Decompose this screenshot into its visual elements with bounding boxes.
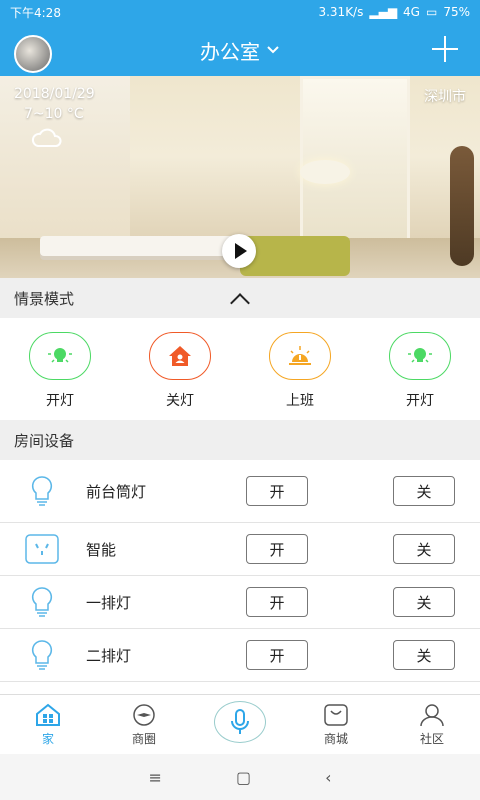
device-row: 前台筒灯 开 关 bbox=[0, 460, 480, 523]
tab-community[interactable]: 社区 bbox=[384, 695, 480, 754]
network-speed: 3.31K/s bbox=[318, 5, 364, 19]
weather-city: 深圳市 bbox=[424, 89, 466, 105]
room-camera-view[interactable]: 2018/01/29 7~10 °C 深圳市 bbox=[0, 76, 480, 278]
device-section-title: 房间设备 bbox=[14, 431, 75, 450]
scene-item-light-on[interactable]: 开灯 bbox=[0, 318, 120, 420]
device-name: 一排灯 bbox=[86, 593, 132, 612]
device-row: 一排灯 开 关 bbox=[0, 576, 480, 629]
status-right: 3.31K/s ▂▄▆ 4G ▭ 75% bbox=[318, 5, 470, 19]
weather-temperature: 7~10 °C bbox=[24, 106, 84, 122]
home-icon bbox=[36, 703, 60, 726]
chevron-up-icon[interactable] bbox=[230, 290, 248, 308]
device-on-button[interactable]: 开 bbox=[246, 587, 308, 617]
scene-icon-circle bbox=[269, 332, 331, 380]
scene-label: 开灯 bbox=[406, 393, 434, 409]
signal-icon: ▂▄▆ bbox=[369, 5, 398, 19]
device-on-button[interactable]: 开 bbox=[246, 640, 308, 670]
system-nav-bar: ≡ ▢ ‹ bbox=[0, 754, 480, 800]
tab-business[interactable]: 商圈 bbox=[96, 695, 192, 754]
tab-label: 商圈 bbox=[131, 731, 156, 746]
person-icon bbox=[420, 703, 444, 726]
bulb-icon bbox=[48, 348, 72, 363]
back-icon[interactable]: ‹ bbox=[325, 768, 331, 787]
play-button[interactable] bbox=[222, 234, 256, 268]
compass-icon bbox=[133, 703, 155, 726]
chevron-down-icon bbox=[267, 46, 279, 54]
tab-home[interactable]: 家 bbox=[0, 695, 96, 754]
home-button-icon[interactable]: ▢ bbox=[236, 768, 251, 787]
device-off-button[interactable]: 关 bbox=[393, 476, 455, 506]
mic-icon bbox=[231, 709, 249, 734]
device-name: 二排灯 bbox=[86, 646, 132, 665]
avatar[interactable] bbox=[14, 35, 52, 73]
tab-voice[interactable] bbox=[192, 695, 288, 754]
network-type: 4G bbox=[403, 5, 420, 19]
tab-label: 社区 bbox=[419, 731, 444, 746]
scene-icon-circle bbox=[149, 332, 211, 380]
scene-item-light-on-2[interactable]: 开灯 bbox=[360, 318, 480, 420]
battery-level: 75% bbox=[443, 5, 470, 19]
socket-icon bbox=[24, 531, 60, 567]
scene-label: 关灯 bbox=[166, 393, 194, 409]
device-off-button[interactable]: 关 bbox=[393, 534, 455, 564]
status-bar: 下午4:28 3.31K/s ▂▄▆ 4G ▭ 75% bbox=[0, 0, 480, 24]
device-row: 二排灯 开 关 bbox=[0, 629, 480, 682]
device-name: 前台筒灯 bbox=[86, 482, 147, 501]
scene-icon-circle bbox=[389, 332, 451, 380]
device-off-button[interactable]: 关 bbox=[393, 587, 455, 617]
device-on-button[interactable]: 开 bbox=[246, 534, 308, 564]
hero-chandelier bbox=[300, 160, 350, 184]
device-name: 智能 bbox=[86, 540, 117, 559]
page-title: 办公室 bbox=[200, 39, 260, 64]
status-time: 下午4:28 bbox=[10, 5, 61, 20]
bottom-tab-bar: 家 商圈 商城 社区 bbox=[0, 694, 480, 754]
weather-date: 2018/01/29 bbox=[14, 86, 95, 102]
device-row: 智能 开 关 bbox=[0, 523, 480, 576]
top-bar: 办公室 bbox=[0, 24, 480, 76]
voice-button[interactable] bbox=[214, 701, 266, 743]
scene-item-light-off[interactable]: 关灯 bbox=[120, 318, 240, 420]
scene-label: 上班 bbox=[286, 393, 314, 409]
tab-label: 商城 bbox=[323, 731, 348, 746]
sunrise-icon bbox=[289, 346, 311, 365]
room-selector[interactable]: 办公室 bbox=[200, 36, 280, 65]
menu-icon[interactable]: ≡ bbox=[149, 768, 162, 787]
lightbulb-icon bbox=[24, 473, 60, 509]
bag-icon bbox=[324, 703, 348, 726]
tab-label: 家 bbox=[41, 731, 54, 746]
add-icon[interactable] bbox=[432, 36, 458, 62]
device-off-button[interactable]: 关 bbox=[393, 640, 455, 670]
scene-list: 开灯 关灯 上班 开灯 bbox=[0, 318, 480, 420]
scene-section-title: 情景模式 bbox=[14, 289, 75, 308]
tab-mall[interactable]: 商城 bbox=[288, 695, 384, 754]
hero-table bbox=[40, 236, 240, 256]
home-icon bbox=[169, 346, 191, 366]
device-section-header: 房间设备 bbox=[0, 420, 480, 460]
device-on-button[interactable]: 开 bbox=[246, 476, 308, 506]
cloud-icon bbox=[31, 128, 62, 147]
battery-icon: ▭ bbox=[425, 5, 438, 19]
lightbulb-icon bbox=[24, 584, 60, 620]
hero-plant bbox=[450, 146, 474, 266]
bulb-icon bbox=[408, 348, 432, 363]
device-list: 前台筒灯 开 关 智能 开 关 一排灯 开 关 二排灯 开 关 bbox=[0, 460, 480, 694]
scene-item-work[interactable]: 上班 bbox=[240, 318, 360, 420]
lightbulb-icon bbox=[24, 637, 60, 673]
hero-sofa bbox=[240, 236, 350, 276]
scene-icon-circle bbox=[29, 332, 91, 380]
scene-label: 开灯 bbox=[46, 393, 74, 409]
scene-section-header: 情景模式 bbox=[0, 278, 480, 318]
